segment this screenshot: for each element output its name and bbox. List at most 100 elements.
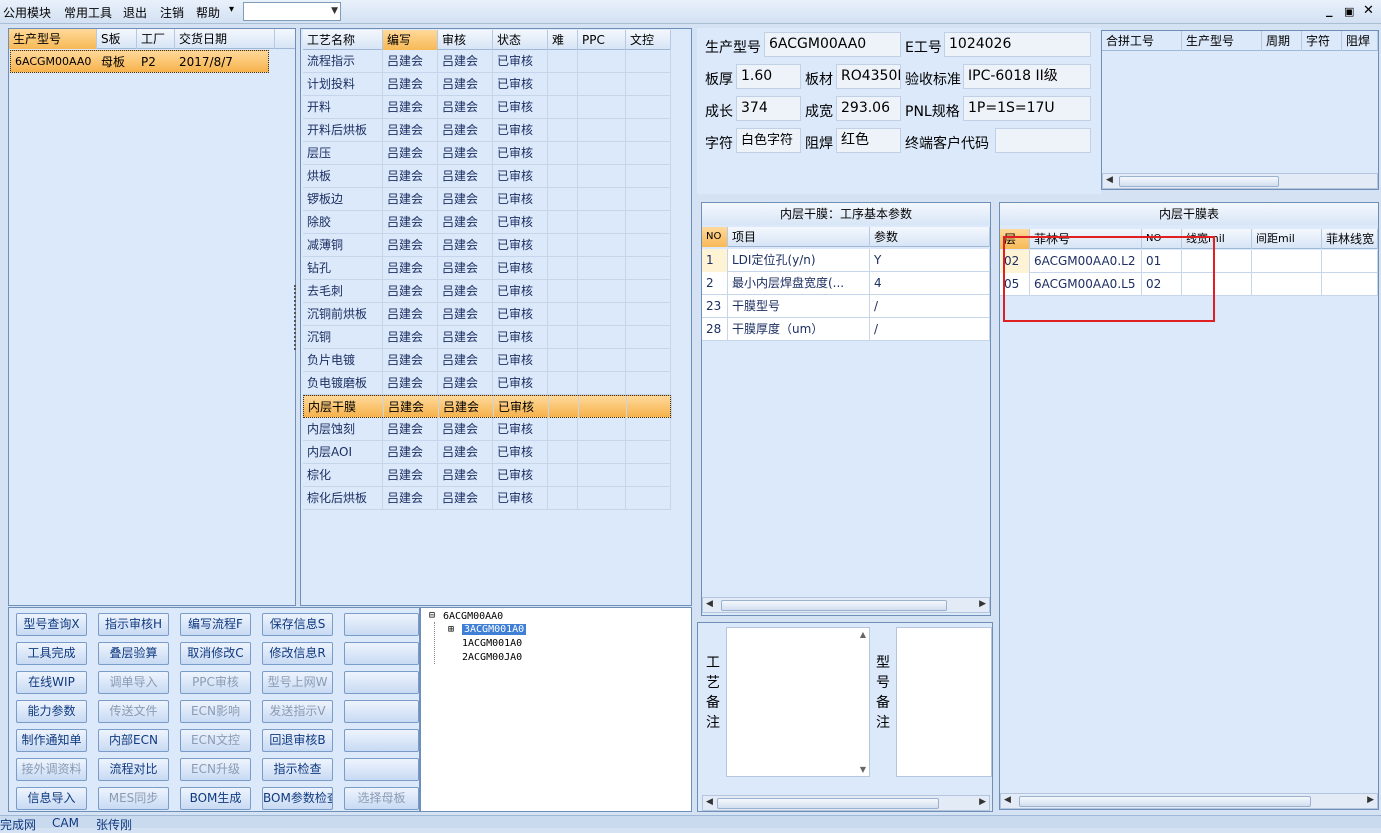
process-row[interactable]: 沉铜前烘板 吕建会 吕建会 已审核 xyxy=(303,303,671,326)
button-2-1[interactable]: 调单导入 xyxy=(98,671,169,694)
blank-button[interactable] xyxy=(344,700,419,723)
button-2-3[interactable]: 型号上网W xyxy=(262,671,333,694)
scroll-right-icon[interactable]: ▶ xyxy=(979,599,986,609)
scroll-thumb[interactable] xyxy=(1119,176,1279,187)
col-reviewer[interactable]: 审核 xyxy=(438,30,493,50)
col-factory[interactable]: 工厂 xyxy=(137,29,175,49)
scroll-down-icon[interactable]: ▼ xyxy=(860,765,866,774)
button-0-1[interactable]: 指示审核H xyxy=(98,613,169,636)
col-writer[interactable]: 编写 xyxy=(383,30,438,50)
process-row[interactable]: 开料 吕建会 吕建会 已审核 xyxy=(303,96,671,119)
button-2-0[interactable]: 在线WIP xyxy=(16,671,87,694)
process-row[interactable]: 棕化后烘板 吕建会 吕建会 已审核 xyxy=(303,487,671,510)
process-row[interactable]: 内层干膜 吕建会 吕建会 已审核 xyxy=(303,395,672,419)
scroll-right-icon[interactable]: ▶ xyxy=(1367,795,1374,805)
process-row[interactable]: 沉铜 吕建会 吕建会 已审核 xyxy=(303,326,671,349)
button-0-3[interactable]: 保存信息S xyxy=(262,613,333,636)
col-delivery[interactable]: 交货日期 xyxy=(175,29,275,49)
col-doc-control[interactable]: 文控 xyxy=(626,30,671,50)
button-0-0[interactable]: 型号查询X xyxy=(16,613,87,636)
pnl-value[interactable]: 1P=1S=17U xyxy=(963,96,1091,121)
button-1-2[interactable]: 取消修改C xyxy=(180,642,251,665)
scroll-left-icon[interactable]: ◀ xyxy=(706,797,713,807)
button-4-0[interactable]: 制作通知单 xyxy=(16,729,87,752)
param-row[interactable]: 23 干膜型号 / xyxy=(702,295,990,318)
process-remark-input[interactable]: ▲ ▼ xyxy=(726,627,870,777)
width-value[interactable]: 293.06 xyxy=(836,96,901,121)
standard-value[interactable]: IPC-6018 II级 xyxy=(963,64,1091,89)
col-process-name[interactable]: 工艺名称 xyxy=(303,30,383,50)
param-row[interactable]: 2 最小内层焊盘宽度(... 4 xyxy=(702,272,990,295)
tree-child-selected[interactable]: 3ACGM001A0 xyxy=(462,624,527,635)
length-value[interactable]: 374 xyxy=(736,96,801,121)
button-4-3[interactable]: 回退审核B xyxy=(262,729,333,752)
button-1-0[interactable]: 工具完成 xyxy=(16,642,87,665)
scroll-right-icon[interactable]: ▶ xyxy=(979,797,986,807)
menu-logout[interactable]: 注销 xyxy=(160,4,184,21)
menu-help[interactable]: 帮助 xyxy=(196,4,220,21)
col-param-item[interactable]: 项目 xyxy=(728,227,870,247)
model-remark-input[interactable] xyxy=(896,627,992,777)
button-3-1[interactable]: 传送文件 xyxy=(98,700,169,723)
process-row[interactable]: 除胶 吕建会 吕建会 已审核 xyxy=(303,211,671,234)
process-row[interactable]: 内层AOI 吕建会 吕建会 已审核 xyxy=(303,441,671,464)
scroll-up-icon[interactable]: ▲ xyxy=(860,630,866,639)
scroll-left-icon[interactable]: ◀ xyxy=(706,599,713,609)
tab-user[interactable]: 张传刚 xyxy=(96,816,132,833)
button-5-0[interactable]: 接外调资料 xyxy=(16,758,87,781)
minimize-icon[interactable]: _ xyxy=(1326,3,1333,18)
tree-root[interactable]: 6ACGM00AA0 xyxy=(443,611,503,622)
scroll-left-icon[interactable]: ◀ xyxy=(1004,795,1011,805)
button-4-1[interactable]: 内部ECN xyxy=(98,729,169,752)
process-row[interactable]: 负电镀磨板 吕建会 吕建会 已审核 xyxy=(303,372,671,395)
blank-button[interactable] xyxy=(344,671,419,694)
tree-child[interactable]: 2ACGM00JA0 xyxy=(462,652,522,663)
col-merge-no[interactable]: 合拼工号 xyxy=(1102,31,1182,51)
button-6-3[interactable]: BOM参数检查 xyxy=(262,787,333,810)
material-value[interactable]: RO4350B xyxy=(836,64,901,89)
col-spacing[interactable]: 间距mil xyxy=(1252,229,1322,249)
process-row[interactable]: 内层蚀刻 吕建会 吕建会 已审核 xyxy=(303,418,671,441)
process-row[interactable]: 锣板边 吕建会 吕建会 已审核 xyxy=(303,188,671,211)
button-5-1[interactable]: 流程对比 xyxy=(98,758,169,781)
process-row[interactable]: 负片电镀 吕建会 吕建会 已审核 xyxy=(303,349,671,372)
customer-value[interactable] xyxy=(995,128,1091,153)
col-merge-mask[interactable]: 阻焊 xyxy=(1342,31,1378,51)
process-row[interactable]: 减薄铜 吕建会 吕建会 已审核 xyxy=(303,234,671,257)
tree-collapse-icon[interactable]: ⊟ xyxy=(429,610,435,621)
film-hscrollbar[interactable]: ◀ ▶ xyxy=(1000,793,1378,809)
button-2-2[interactable]: PPC审核 xyxy=(180,671,251,694)
merge-hscrollbar[interactable]: ◀ xyxy=(1102,173,1378,189)
col-param-no[interactable]: NO xyxy=(702,227,728,247)
menu-common-tools[interactable]: 常用工具 xyxy=(64,4,112,21)
process-row[interactable]: 钻孔 吕建会 吕建会 已审核 xyxy=(303,257,671,280)
button-5-3[interactable]: 指示检查 xyxy=(262,758,333,781)
toolbar-combo[interactable]: ▼ xyxy=(243,2,341,21)
process-row[interactable]: 计划投料 吕建会 吕建会 已审核 xyxy=(303,73,671,96)
button-3-3[interactable]: 发送指示V xyxy=(262,700,333,723)
restore-icon[interactable]: ▣ xyxy=(1344,5,1354,18)
col-ppc[interactable]: PPC xyxy=(578,30,626,50)
button-6-1[interactable]: MES同步 xyxy=(98,787,169,810)
tree-child[interactable]: 1ACGM001A0 xyxy=(462,638,522,649)
blank-button[interactable] xyxy=(344,642,419,665)
mask-value[interactable]: 红色 xyxy=(836,128,901,153)
scroll-left-icon[interactable]: ◀ xyxy=(1106,175,1113,185)
help-dropdown-icon[interactable]: ▾ xyxy=(229,4,234,15)
e-number-value[interactable]: 1024026 xyxy=(944,32,1091,57)
params-hscrollbar[interactable]: ◀ ▶ xyxy=(702,597,990,613)
tab-complete[interactable]: 完成网 xyxy=(0,816,36,833)
button-5-2[interactable]: ECN升级 xyxy=(180,758,251,781)
remarks-hscrollbar[interactable]: ◀ ▶ xyxy=(702,795,990,811)
button-6-0[interactable]: 信息导入 xyxy=(16,787,87,810)
col-status[interactable]: 状态 xyxy=(493,30,548,50)
order-row[interactable]: 6ACGM00AA0 母板 P2 2017/8/7 xyxy=(10,50,269,73)
process-row[interactable]: 开料后烘板 吕建会 吕建会 已审核 xyxy=(303,119,671,142)
menu-exit[interactable]: 退出 xyxy=(123,4,147,21)
blank-button[interactable] xyxy=(344,758,419,781)
button-6-4[interactable]: 选择母板 xyxy=(344,787,419,810)
tree-expand-icon[interactable]: ⊞ xyxy=(448,624,454,635)
process-row[interactable]: 去毛刺 吕建会 吕建会 已审核 xyxy=(303,280,671,303)
scroll-thumb[interactable] xyxy=(721,600,947,611)
blank-button[interactable] xyxy=(344,729,419,752)
